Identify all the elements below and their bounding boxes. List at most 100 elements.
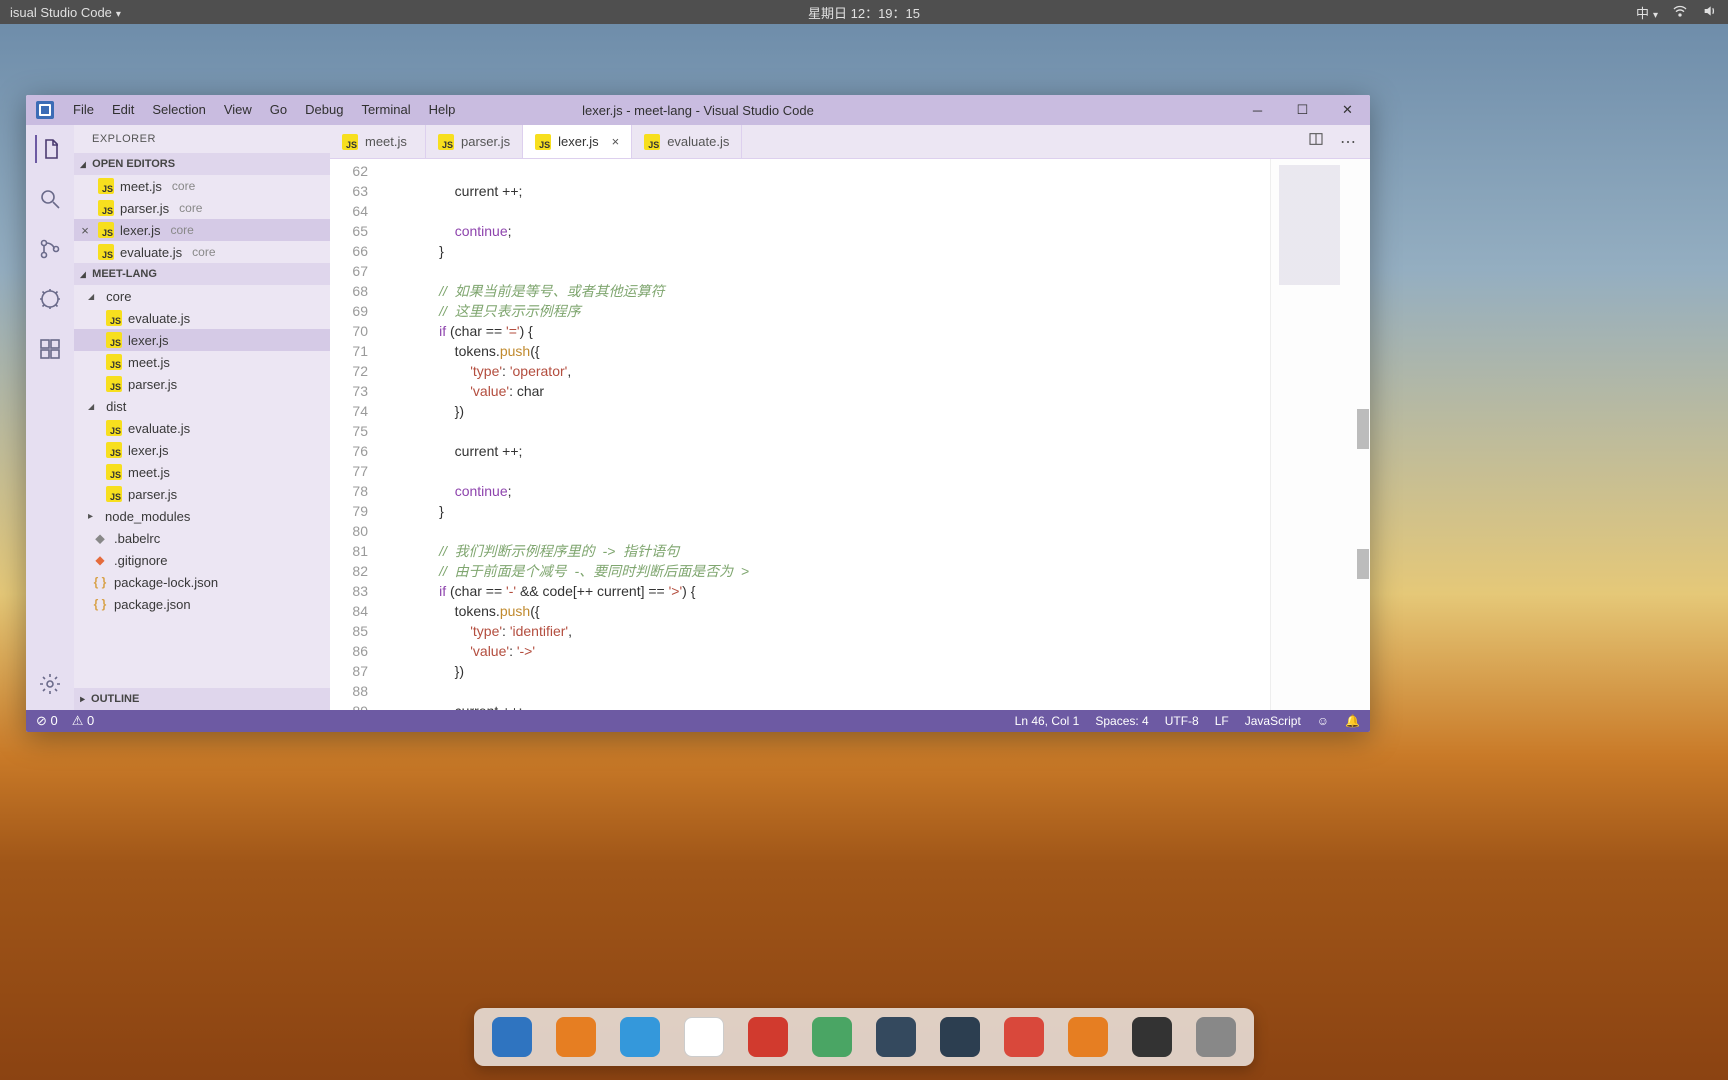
file-parser-js[interactable]: JSparser.js	[74, 373, 330, 395]
window-minimize[interactable]: ─	[1235, 95, 1280, 125]
file-package-json[interactable]: { }package.json	[74, 593, 330, 615]
dock-app-11[interactable]	[1196, 1017, 1236, 1057]
folder-dist[interactable]: dist	[74, 395, 330, 417]
open-editor-parser-js[interactable]: JSparser.jscore	[74, 197, 330, 219]
title-bar[interactable]: FileEditSelectionViewGoDebugTerminalHelp…	[26, 95, 1370, 125]
file-label: parser.js	[120, 201, 169, 216]
js-icon: JS	[98, 178, 114, 194]
file-package-lock-json[interactable]: { }package-lock.json	[74, 571, 330, 593]
open-editor-evaluate-js[interactable]: JSevaluate.jscore	[74, 241, 330, 263]
js-icon: JS	[106, 442, 122, 458]
system-top-bar: isual Studio Code 星期日 12：19：15 中	[0, 0, 1728, 24]
tab-parser-js[interactable]: JSparser.js	[426, 125, 523, 158]
status-spaces[interactable]: Spaces: 4	[1095, 714, 1148, 728]
file--babelrc[interactable]: ⬥.babelrc	[74, 527, 330, 549]
file--gitignore[interactable]: .gitignore	[74, 549, 330, 571]
dock-app-9[interactable]	[1068, 1017, 1108, 1057]
tab-lexer-js[interactable]: JSlexer.js×	[523, 125, 632, 158]
window-close[interactable]: ✕	[1325, 95, 1370, 125]
file-evaluate-js[interactable]: JSevaluate.js	[74, 307, 330, 329]
ime-indicator[interactable]: 中	[1636, 3, 1658, 22]
menu-bar: FileEditSelectionViewGoDebugTerminalHelp	[64, 95, 464, 125]
menu-view[interactable]: View	[215, 95, 261, 125]
editor-area: JSmeet.jsJSparser.jsJSlexer.js×JSevaluat…	[330, 125, 1370, 710]
wifi-icon[interactable]	[1672, 3, 1688, 22]
status-eol[interactable]: LF	[1215, 714, 1229, 728]
menu-help[interactable]: Help	[420, 95, 465, 125]
search-icon[interactable]	[36, 185, 64, 213]
close-tab-icon[interactable]: ×	[612, 134, 620, 149]
git-icon	[92, 552, 108, 568]
status-warnings[interactable]: ⚠ 0	[72, 713, 95, 729]
json-icon: { }	[92, 575, 108, 589]
status-feedback-icon[interactable]: ☺	[1317, 714, 1329, 728]
dock-app-0[interactable]	[492, 1017, 532, 1057]
js-icon: JS	[438, 134, 454, 150]
tab-meet-js[interactable]: JSmeet.js	[330, 125, 426, 158]
settings-icon[interactable]	[36, 670, 64, 698]
folder-node_modules[interactable]: node_modules	[74, 505, 330, 527]
menu-debug[interactable]: Debug	[296, 95, 352, 125]
js-icon: JS	[106, 376, 122, 392]
dock-app-6[interactable]	[876, 1017, 916, 1057]
code-editor[interactable]: current ++; continue; } // 如果当前是等号、或者其他运…	[378, 159, 1270, 710]
extensions-icon[interactable]	[36, 335, 64, 363]
status-bell-icon[interactable]: 🔔	[1345, 714, 1360, 728]
file-hint: core	[170, 223, 193, 237]
dock-app-4[interactable]	[748, 1017, 788, 1057]
file-evaluate-js[interactable]: JSevaluate.js	[74, 417, 330, 439]
status-line-col[interactable]: Ln 46, Col 1	[1015, 714, 1080, 728]
js-icon: JS	[98, 222, 114, 238]
outline-header[interactable]: OUTLINE	[74, 688, 330, 710]
app-menu[interactable]: isual Studio Code	[10, 5, 121, 20]
file-lexer-js[interactable]: JSlexer.js	[74, 329, 330, 351]
volume-icon[interactable]	[1702, 3, 1718, 22]
menu-go[interactable]: Go	[261, 95, 296, 125]
folder-core[interactable]: core	[74, 285, 330, 307]
dock-app-1[interactable]	[556, 1017, 596, 1057]
status-encoding[interactable]: UTF-8	[1165, 714, 1199, 728]
minimap[interactable]	[1270, 159, 1370, 710]
activity-bar	[26, 125, 74, 710]
tab-bar: JSmeet.jsJSparser.jsJSlexer.js×JSevaluat…	[330, 125, 1370, 159]
menu-terminal[interactable]: Terminal	[352, 95, 419, 125]
file-label: evaluate.js	[120, 245, 182, 260]
file-label: lexer.js	[120, 223, 160, 238]
system-clock: 星期日 12：19：15	[808, 3, 920, 22]
status-language[interactable]: JavaScript	[1245, 714, 1301, 728]
dock-app-3[interactable]	[684, 1017, 724, 1057]
js-icon: JS	[106, 354, 122, 370]
close-icon[interactable]: ×	[78, 223, 92, 238]
js-icon: JS	[98, 200, 114, 216]
menu-selection[interactable]: Selection	[143, 95, 214, 125]
open-editors-header[interactable]: OPEN EDITORS	[74, 153, 330, 175]
more-actions-icon[interactable]: ⋯	[1340, 132, 1356, 152]
status-errors[interactable]: ⊘ 0	[36, 713, 58, 729]
file-hint: core	[172, 179, 195, 193]
file-lexer-js[interactable]: JSlexer.js	[74, 439, 330, 461]
file-label: meet.js	[120, 179, 162, 194]
dock-app-8[interactable]	[1004, 1017, 1044, 1057]
dock-app-2[interactable]	[620, 1017, 660, 1057]
vscode-logo-icon	[36, 101, 54, 119]
split-editor-icon[interactable]	[1308, 131, 1324, 152]
project-header[interactable]: MEET-LANG	[74, 263, 330, 285]
open-editor-meet-js[interactable]: JS meet.js core	[74, 175, 330, 197]
files-icon[interactable]	[35, 135, 63, 163]
debug-icon[interactable]	[36, 285, 64, 313]
menu-file[interactable]: File	[64, 95, 103, 125]
js-icon: JS	[106, 310, 122, 326]
window-maximize[interactable]: ☐	[1280, 95, 1325, 125]
open-editor-lexer-js[interactable]: × JS lexer.js core	[74, 219, 330, 241]
file-meet-js[interactable]: JSmeet.js	[74, 351, 330, 373]
js-icon: JS	[106, 486, 122, 502]
dock-app-5[interactable]	[812, 1017, 852, 1057]
explorer-sidebar: EXPLORER OPEN EDITORS JSmeet.jscoreJSpar…	[74, 125, 330, 710]
tab-evaluate-js[interactable]: JSevaluate.js	[632, 125, 742, 158]
menu-edit[interactable]: Edit	[103, 95, 143, 125]
scm-icon[interactable]	[36, 235, 64, 263]
file-meet-js[interactable]: JSmeet.js	[74, 461, 330, 483]
dock-app-7[interactable]	[940, 1017, 980, 1057]
file-parser-js[interactable]: JSparser.js	[74, 483, 330, 505]
dock-app-10[interactable]	[1132, 1017, 1172, 1057]
